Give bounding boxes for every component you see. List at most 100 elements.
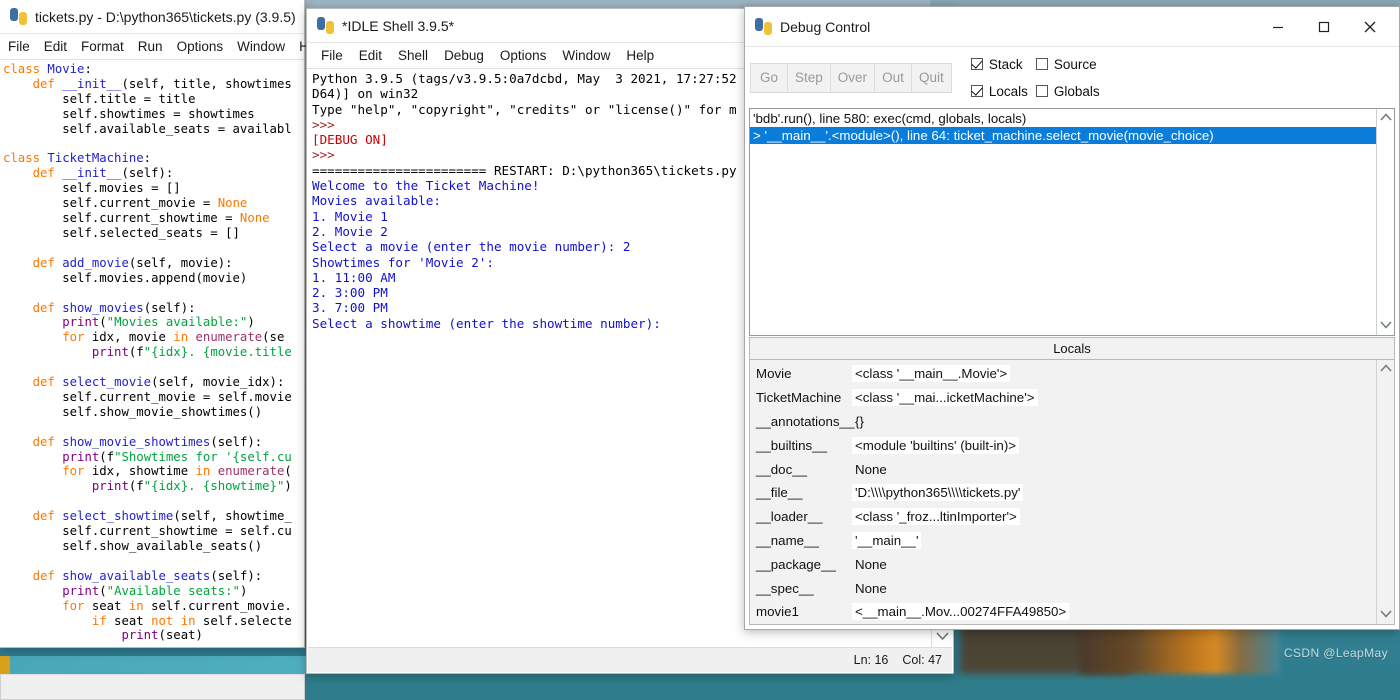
checkbox-checked-icon[interactable] — [971, 85, 983, 97]
checkbox-label: Locals — [989, 84, 1028, 99]
shell-status-bar: Ln: 16 Col: 47 — [308, 647, 952, 672]
editor-source-code: class Movie: def __init__(self, title, s… — [1, 60, 303, 643]
locals-name: __builtins__ — [752, 438, 852, 453]
checkbox-label: Globals — [1054, 84, 1100, 99]
locals-scrollbar[interactable] — [1376, 360, 1394, 624]
locals-row[interactable]: TicketMachine<class '__mai...icketMachin… — [752, 386, 1376, 410]
checkbox-label: Source — [1054, 57, 1097, 72]
locals-row[interactable]: __annotations__{} — [752, 410, 1376, 434]
locals-value: None — [852, 580, 890, 597]
debug-titlebar[interactable]: Debug Control — [745, 7, 1399, 47]
chevron-up-icon[interactable] — [1380, 112, 1392, 124]
debug-checkbox-group: Stack Source Locals Globals — [971, 51, 1100, 105]
menu-shell-file[interactable]: File — [321, 48, 343, 63]
locals-header: Locals — [749, 337, 1395, 359]
locals-value: <class '_froz...ltinImporter'> — [852, 508, 1020, 525]
menu-editor-format[interactable]: Format — [81, 39, 124, 54]
locals-name: __file__ — [752, 485, 852, 500]
locals-value: None — [852, 556, 890, 573]
menu-editor-file[interactable]: File — [8, 39, 30, 54]
stack-panel: 'bdb'.run(), line 580: exec(cmd, globals… — [749, 108, 1395, 336]
python-icon — [755, 18, 772, 35]
debug-checkbox-locals[interactable]: Locals — [971, 84, 1028, 99]
locals-name: __spec__ — [752, 581, 852, 596]
locals-value: 'D:\\\\python365\\\\tickets.py' — [852, 484, 1023, 501]
menu-shell-debug[interactable]: Debug — [444, 48, 484, 63]
checkbox-label: Stack — [989, 57, 1023, 72]
locals-rows[interactable]: Movie<class '__main__.Movie'>TicketMachi… — [750, 360, 1376, 624]
debug-go-button: Go — [750, 63, 788, 93]
minimize-icon[interactable] — [1255, 10, 1301, 43]
close-icon[interactable] — [1347, 10, 1393, 43]
debug-toolbar: GoStepOverOutQuit Stack Source Locals Globa… — [746, 48, 1398, 107]
chevron-up-icon[interactable] — [1380, 363, 1392, 375]
locals-value: {} — [852, 413, 867, 430]
locals-row[interactable]: Movie<class '__main__.Movie'> — [752, 362, 1376, 386]
locals-name: __loader__ — [752, 509, 852, 524]
checkbox-unchecked-icon[interactable] — [1036, 85, 1048, 97]
checkbox-checked-icon[interactable] — [971, 58, 983, 70]
locals-value: <class '__main__.Movie'> — [852, 365, 1010, 382]
chevron-down-icon[interactable] — [1380, 320, 1392, 332]
menu-editor-edit[interactable]: Edit — [44, 39, 67, 54]
debug-checkbox-source[interactable]: Source — [1036, 57, 1100, 72]
locals-name: __name__ — [752, 533, 852, 548]
locals-name: Movie — [752, 366, 852, 381]
editor-window: tickets.py - D:\python365\tickets.py (3.… — [0, 0, 305, 648]
window-controls — [1255, 10, 1393, 43]
locals-name: __annotations__ — [752, 414, 852, 429]
python-icon — [10, 8, 27, 25]
locals-value: None — [852, 461, 890, 478]
status-line-number: Ln: 16 — [854, 653, 889, 667]
status-col-number: Col: 47 — [902, 653, 942, 667]
menu-editor-options[interactable]: Options — [177, 39, 224, 54]
menu-shell-options[interactable]: Options — [500, 48, 547, 63]
stack-scrollbar[interactable] — [1376, 109, 1394, 335]
locals-row[interactable]: movie1<__main__.Mov...00274FFA49850> — [752, 600, 1376, 624]
debug-checkbox-globals[interactable]: Globals — [1036, 84, 1100, 99]
editor-titlebar[interactable]: tickets.py - D:\python365\tickets.py (3.… — [0, 0, 304, 34]
locals-value: <__main__.Mov...00274FFA49850> — [852, 603, 1069, 620]
locals-value: <class '__mai...icketMachine'> — [852, 389, 1038, 406]
debug-checkbox-stack[interactable]: Stack — [971, 57, 1028, 72]
stack-frame-row[interactable]: > '__main__'.<module>(), line 64: ticket… — [750, 127, 1376, 144]
locals-row[interactable]: __builtins__<module 'builtins' (built-in… — [752, 433, 1376, 457]
locals-panel: Movie<class '__main__.Movie'>TicketMachi… — [749, 359, 1395, 625]
chevron-down-icon[interactable] — [1380, 609, 1392, 621]
editor-menubar[interactable]: FileEditFormatRunOptionsWindowH — [0, 34, 304, 60]
locals-row[interactable]: __doc__None — [752, 457, 1376, 481]
locals-name: __doc__ — [752, 462, 852, 477]
debug-title: Debug Control — [780, 19, 870, 35]
locals-name: __package__ — [752, 557, 852, 572]
editor-code-area[interactable]: class Movie: def __init__(self, title, s… — [1, 60, 303, 646]
locals-row[interactable]: __package__None — [752, 552, 1376, 576]
debug-out-button: Out — [874, 63, 912, 93]
menu-editor-window[interactable]: Window — [237, 39, 285, 54]
stack-list[interactable]: 'bdb'.run(), line 580: exec(cmd, globals… — [750, 109, 1376, 335]
debug-control-window: Debug Control GoStepOverOutQuit Stack Sou… — [744, 6, 1400, 630]
python-icon — [317, 17, 334, 34]
debug-step-button: Step — [787, 63, 831, 93]
debug-over-button: Over — [830, 63, 875, 93]
locals-row[interactable]: __loader__<class '_froz...ltinImporter'> — [752, 505, 1376, 529]
menu-shell-help[interactable]: Help — [626, 48, 654, 63]
menu-shell-window[interactable]: Window — [562, 48, 610, 63]
menu-shell-edit[interactable]: Edit — [359, 48, 382, 63]
menu-editor-run[interactable]: Run — [138, 39, 163, 54]
shell-title: *IDLE Shell 3.9.5* — [342, 18, 454, 34]
maximize-icon[interactable] — [1301, 10, 1347, 43]
watermark: CSDN @LeapMay — [1284, 646, 1388, 660]
locals-row[interactable]: __spec__None — [752, 576, 1376, 600]
locals-row[interactable]: __name__'__main__' — [752, 529, 1376, 553]
locals-value: <module 'builtins' (built-in)> — [852, 437, 1019, 454]
locals-name: TicketMachine — [752, 390, 852, 405]
locals-row[interactable]: __file__'D:\\\\python365\\\\tickets.py' — [752, 481, 1376, 505]
checkbox-unchecked-icon[interactable] — [1036, 58, 1048, 70]
locals-value: '__main__' — [852, 532, 921, 549]
stack-frame-row[interactable]: 'bdb'.run(), line 580: exec(cmd, globals… — [750, 110, 1376, 127]
editor-title: tickets.py - D:\python365\tickets.py (3.… — [35, 9, 296, 25]
debug-button-group: GoStepOverOutQuit — [750, 63, 951, 93]
menu-shell-shell[interactable]: Shell — [398, 48, 428, 63]
wallpaper-bottom-strip — [0, 656, 340, 674]
editor-status-bar — [0, 674, 305, 700]
